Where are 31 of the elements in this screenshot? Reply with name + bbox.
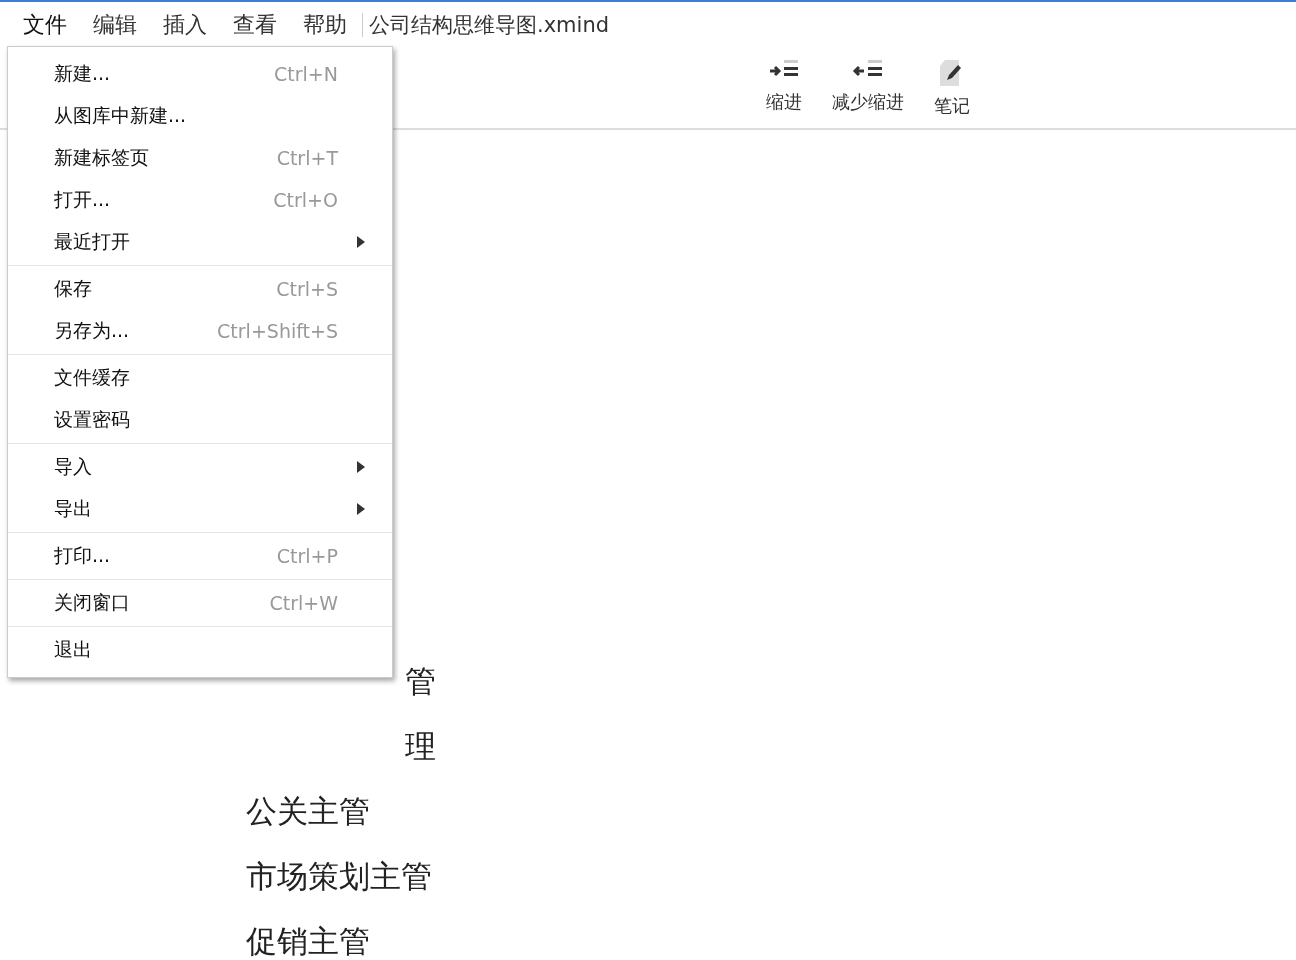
menu-item[interactable]: 文件 (10, 10, 80, 40)
toolbar-button[interactable]: 减少缩进 (828, 48, 908, 128)
topic-text: 理 (404, 727, 436, 766)
menu-entry[interactable]: 设置密码 (8, 399, 392, 441)
menu-item[interactable]: 帮助 (290, 10, 360, 40)
menu-entry[interactable]: 最近打开 (8, 221, 392, 263)
menu-entry[interactable]: 导出 (8, 488, 392, 530)
menu-entry[interactable]: 新建标签页 Ctrl+T (8, 137, 392, 179)
menu-item[interactable]: 插入 (150, 10, 220, 40)
topic-text: 市场策划主管 (246, 857, 433, 896)
menu-entry[interactable]: 退出 (8, 629, 392, 671)
menu-entry[interactable]: 另存为... Ctrl+Shift+S (8, 310, 392, 352)
menu-entry[interactable]: 打开... Ctrl+O (8, 179, 392, 221)
submenu-arrow-icon (356, 502, 366, 516)
toolbar-button[interactable]: 笔记 (930, 48, 974, 128)
topic-text: 公关主管 (246, 792, 371, 831)
menu-item[interactable]: 查看 (220, 10, 290, 40)
menu-item[interactable]: 编辑 (80, 10, 150, 40)
menu-entry[interactable]: 关闭窗口 Ctrl+W (8, 582, 392, 624)
topic-text: 促销主管 (246, 922, 371, 960)
menu-entry[interactable]: 从图库中新建... (8, 95, 392, 137)
submenu-arrow-icon (356, 460, 366, 474)
menu-entry[interactable]: 保存 Ctrl+S (8, 268, 392, 310)
topic-text: 管 (404, 662, 436, 701)
toolbar-button[interactable]: 缩进 (762, 48, 806, 128)
menu-entry[interactable]: 文件缓存 (8, 357, 392, 399)
submenu-arrow-icon (356, 235, 366, 249)
menu-entry[interactable]: 导入 (8, 446, 392, 488)
menu-entry[interactable]: 新建... Ctrl+N (8, 53, 392, 95)
menu-entry[interactable]: 打印... Ctrl+P (8, 535, 392, 577)
document-title: 公司结构思维导图.xmind (369, 12, 610, 39)
